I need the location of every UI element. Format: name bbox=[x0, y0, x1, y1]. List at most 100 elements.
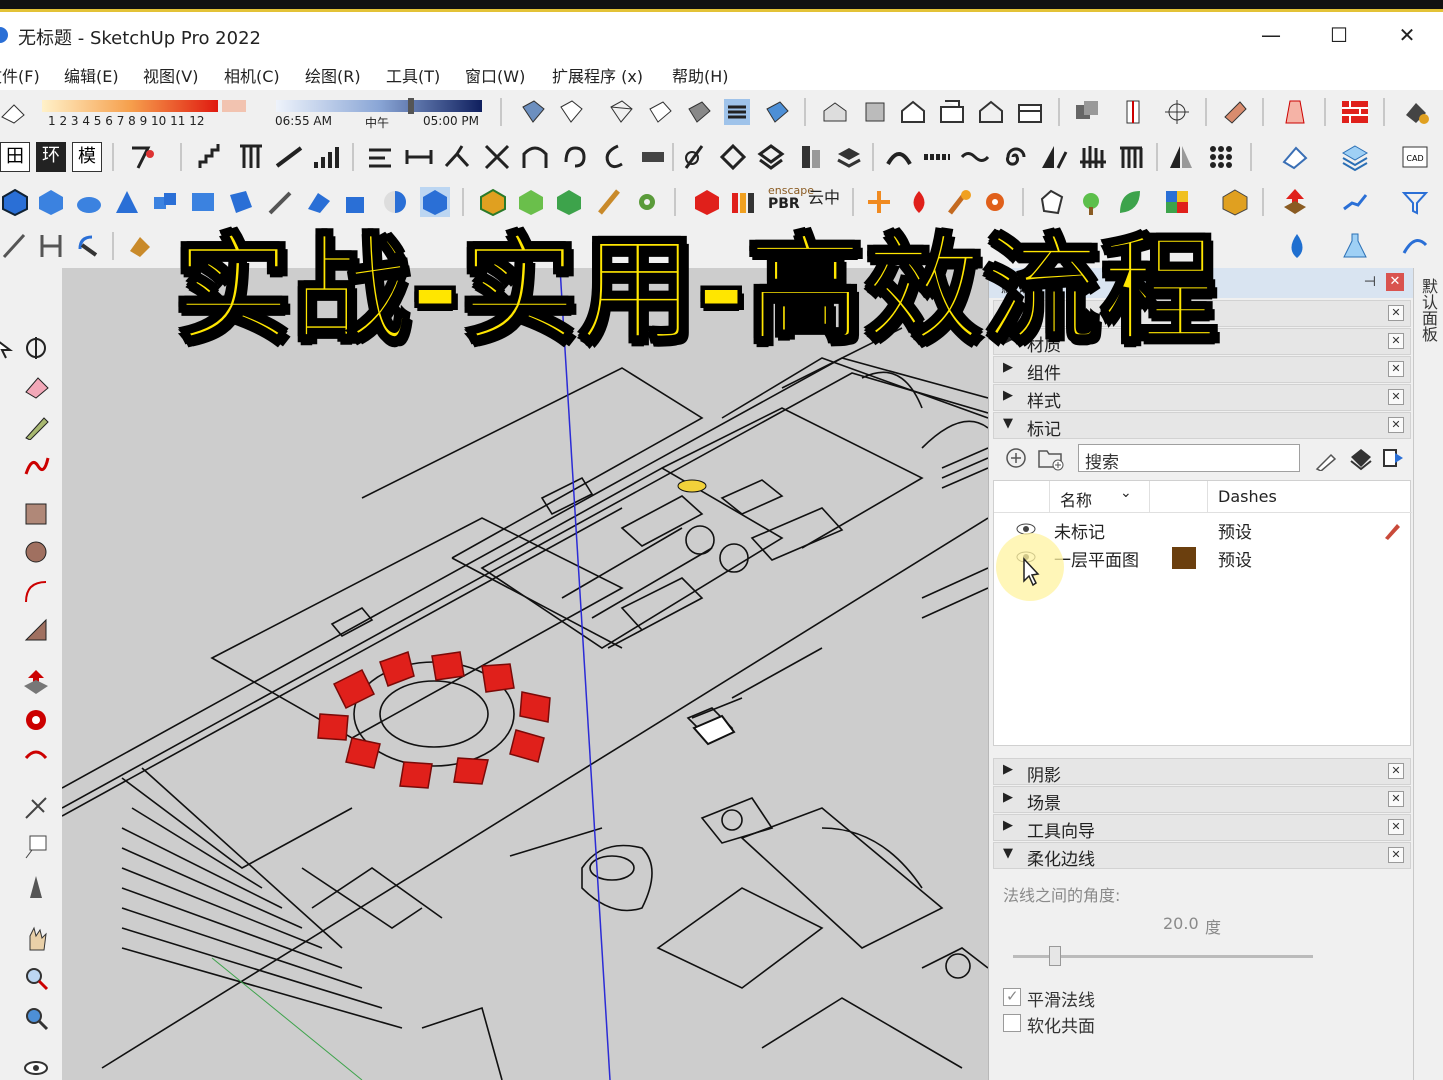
back-view-icon[interactable] bbox=[976, 97, 1006, 127]
circle-icon[interactable] bbox=[22, 538, 50, 566]
section-cut-icon[interactable] bbox=[1118, 97, 1148, 127]
default-tray-tab[interactable]: 默认面板 bbox=[1418, 278, 1440, 342]
month-slider-thumb[interactable] bbox=[222, 100, 246, 112]
tray-section-components[interactable]: ▶ 组件 ✕ bbox=[993, 356, 1411, 384]
push-pull-icon[interactable] bbox=[1280, 187, 1310, 217]
model-tool-button[interactable]: 模 bbox=[72, 142, 102, 172]
solid-union-icon[interactable] bbox=[0, 187, 30, 217]
eyedropper-icon[interactable] bbox=[1313, 447, 1339, 471]
orbit-icon[interactable] bbox=[22, 334, 50, 362]
angle-slider-thumb[interactable] bbox=[1049, 946, 1061, 966]
add-folder-icon[interactable] bbox=[1037, 447, 1065, 471]
cube-stack-icon[interactable] bbox=[834, 142, 864, 172]
stack-tool-icon[interactable] bbox=[756, 142, 786, 172]
tray-section-soften-edges[interactable]: ▼ 柔化边线 ✕ bbox=[993, 842, 1411, 870]
select-arrow-icon[interactable] bbox=[0, 334, 16, 362]
solid-dome-icon[interactable] bbox=[74, 187, 104, 217]
ramp-tool-icon[interactable] bbox=[274, 142, 304, 172]
add-tag-icon[interactable] bbox=[1005, 447, 1027, 469]
shaded-style-icon[interactable] bbox=[684, 97, 714, 127]
align-tool-icon[interactable] bbox=[365, 142, 395, 172]
mirror-tool-icon[interactable] bbox=[1166, 142, 1196, 172]
branch-tool-icon[interactable] bbox=[442, 142, 472, 172]
bar-stairs-icon[interactable] bbox=[312, 142, 342, 172]
rail-tool-icon[interactable] bbox=[236, 142, 266, 172]
material-icon[interactable] bbox=[1220, 97, 1250, 127]
split-tool-icon[interactable] bbox=[482, 142, 512, 172]
smooth-normals-checkbox[interactable]: ✓ bbox=[1003, 987, 1021, 1006]
name-column-header[interactable]: 名称 ⌄ bbox=[1049, 481, 1149, 513]
slab-tool-icon[interactable] bbox=[638, 142, 668, 172]
water-drop-icon[interactable] bbox=[1282, 231, 1312, 261]
left-view-icon[interactable] bbox=[1015, 97, 1045, 127]
maximize-button[interactable]: ☐ bbox=[1324, 22, 1354, 48]
cad-import-icon[interactable]: CAD bbox=[1400, 142, 1430, 172]
soften-coplanar-checkbox[interactable] bbox=[1003, 1014, 1021, 1032]
angle-tool-icon[interactable] bbox=[1038, 142, 1068, 172]
3d-text-icon[interactable] bbox=[22, 872, 50, 900]
door-tool-icon[interactable] bbox=[796, 142, 826, 172]
ring-tool-button[interactable]: 环 bbox=[36, 142, 66, 172]
right-view-icon[interactable] bbox=[937, 97, 967, 127]
section-plane-icon[interactable] bbox=[1072, 97, 1102, 127]
push-pull-icon[interactable] bbox=[22, 668, 50, 696]
wall-tool-icon[interactable] bbox=[1340, 97, 1370, 127]
offset-icon[interactable] bbox=[22, 744, 50, 772]
spiral-tool-icon[interactable] bbox=[1000, 142, 1030, 172]
tag-color-swatch[interactable] bbox=[1172, 547, 1196, 569]
text-tool-icon[interactable] bbox=[22, 832, 50, 860]
menu-help[interactable]: 帮助(H) bbox=[672, 63, 729, 87]
details-arrow-icon[interactable] bbox=[1381, 445, 1407, 471]
rectangle-icon[interactable] bbox=[22, 500, 50, 528]
monochrome-style-icon[interactable] bbox=[722, 97, 752, 127]
perspective-icon[interactable] bbox=[1280, 97, 1310, 127]
section-close-icon[interactable]: ✕ bbox=[1388, 333, 1404, 349]
tag-search-input[interactable]: 搜索 bbox=[1078, 444, 1300, 473]
face-style-icon[interactable] bbox=[518, 97, 548, 127]
arc-door-icon[interactable] bbox=[884, 142, 914, 172]
chain-tool-icon[interactable] bbox=[922, 142, 952, 172]
eraser-icon[interactable] bbox=[0, 97, 30, 127]
arc-icon[interactable] bbox=[22, 578, 50, 606]
tag-dash[interactable]: 预设 bbox=[1218, 518, 1252, 543]
zoom-icon[interactable] bbox=[22, 964, 50, 992]
paint-bucket-icon[interactable] bbox=[124, 231, 154, 261]
tray-section-scenes[interactable]: ▶ 场景 ✕ bbox=[993, 786, 1411, 814]
menu-window[interactable]: 窗口(W) bbox=[465, 63, 525, 87]
wireframe-icon[interactable] bbox=[606, 97, 636, 127]
erase-tag-icon[interactable] bbox=[1280, 142, 1310, 172]
close-window-button[interactable]: ✕ bbox=[1392, 22, 1422, 48]
pencil-icon[interactable] bbox=[22, 412, 50, 440]
material-check-icon[interactable] bbox=[1400, 97, 1430, 127]
hidden-line-style-icon[interactable] bbox=[645, 97, 675, 127]
section-close-icon[interactable]: ✕ bbox=[1388, 305, 1404, 321]
color-by-tag-icon[interactable] bbox=[1347, 445, 1373, 471]
curve-tool-icon[interactable] bbox=[128, 142, 158, 172]
layers-icon[interactable] bbox=[1340, 142, 1370, 172]
menu-view[interactable]: 视图(V) bbox=[143, 63, 198, 87]
table-tool-button[interactable]: 田 bbox=[0, 142, 30, 172]
menu-tools[interactable]: 工具(T) bbox=[386, 63, 440, 87]
minimize-button[interactable]: — bbox=[1256, 22, 1286, 48]
tray-close-button[interactable]: ✕ bbox=[1386, 273, 1404, 291]
pen-curve-icon[interactable] bbox=[680, 142, 710, 172]
diamond-tool-icon[interactable] bbox=[718, 142, 748, 172]
look-around-icon[interactable] bbox=[22, 1054, 50, 1080]
xray-style-icon[interactable] bbox=[762, 97, 792, 127]
column-tool-icon[interactable] bbox=[1116, 142, 1146, 172]
tray-section-shadows[interactable]: ▶ 阴影 ✕ bbox=[993, 758, 1411, 786]
sort-chevron-icon[interactable]: ⌄ bbox=[1120, 485, 1132, 501]
menu-camera[interactable]: 相机(C) bbox=[224, 63, 280, 87]
line-tool-icon[interactable] bbox=[0, 231, 30, 261]
month-slider[interactable] bbox=[42, 100, 218, 112]
hidden-line-icon[interactable] bbox=[556, 97, 586, 127]
eraser-icon[interactable] bbox=[22, 372, 50, 400]
solid-wedge-icon[interactable] bbox=[112, 187, 142, 217]
section-close-icon[interactable]: ✕ bbox=[1388, 791, 1404, 807]
tape-measure-icon[interactable] bbox=[22, 794, 50, 822]
menu-file[interactable]: 文件(F) bbox=[0, 63, 40, 87]
section-close-icon[interactable]: ✕ bbox=[1388, 417, 1404, 433]
tray-section-styles[interactable]: ▶ 样式 ✕ bbox=[993, 384, 1411, 412]
arch-tool-icon[interactable] bbox=[520, 142, 550, 172]
model-viewport[interactable] bbox=[62, 268, 988, 1080]
